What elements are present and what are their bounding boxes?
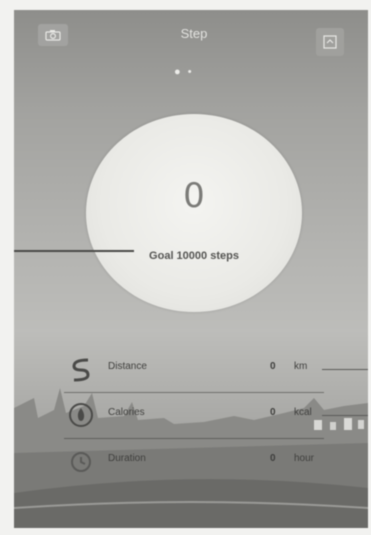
stats-row-calories[interactable]: Calories 0 kcal bbox=[64, 398, 368, 432]
duration-label: Duration bbox=[108, 453, 146, 464]
calories-value: 0 bbox=[270, 407, 276, 418]
duration-icon bbox=[64, 444, 98, 478]
steps-count: 0 bbox=[183, 176, 205, 216]
goal-pointer-line bbox=[14, 250, 134, 252]
share-button[interactable] bbox=[316, 28, 344, 56]
page-indicator: ● • bbox=[174, 66, 194, 78]
share-icon bbox=[323, 35, 337, 49]
stats-row-duration[interactable]: Duration 0 hour bbox=[64, 444, 368, 478]
step-progress-circle[interactable]: 0 Goal 10000 steps bbox=[86, 114, 302, 312]
page-title: Step bbox=[180, 26, 208, 41]
duration-value: 0 bbox=[270, 453, 276, 464]
distance-value: 0 bbox=[270, 361, 276, 372]
distance-label: Distance bbox=[108, 361, 147, 372]
calories-row-line bbox=[322, 415, 368, 416]
distance-row-line bbox=[322, 369, 368, 370]
distance-icon bbox=[64, 352, 98, 386]
top-bar: Step ● • bbox=[14, 10, 368, 78]
duration-unit: hour bbox=[294, 453, 315, 464]
camera-icon bbox=[45, 30, 61, 41]
row-divider bbox=[64, 392, 324, 393]
stats-row-distance[interactable]: Distance 0 km bbox=[64, 352, 368, 386]
camera-button[interactable] bbox=[38, 24, 68, 46]
calories-icon bbox=[64, 398, 98, 432]
distance-unit: km bbox=[294, 361, 308, 372]
photo-frame: Step ● • 0 Goal 10000 steps Distance 0 k… bbox=[0, 0, 371, 535]
phone-screen: Step ● • 0 Goal 10000 steps Distance 0 k… bbox=[14, 10, 368, 528]
row-divider bbox=[64, 438, 324, 439]
calories-label: Calories bbox=[108, 407, 145, 418]
calories-unit: kcal bbox=[294, 407, 312, 418]
